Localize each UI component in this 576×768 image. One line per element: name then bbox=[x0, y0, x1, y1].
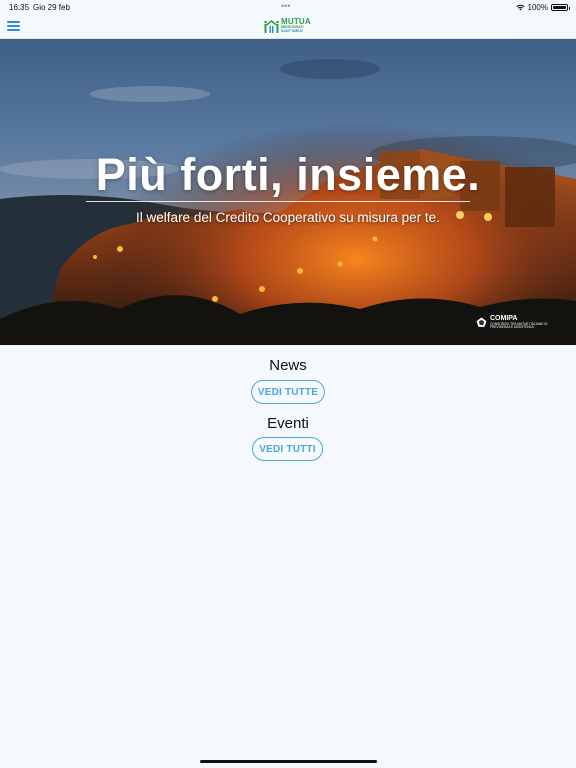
hero-title: Più forti, insieme. bbox=[95, 149, 481, 200]
events-view-all-button[interactable]: VEDI TUTTI bbox=[252, 437, 323, 461]
hamburger-menu-icon[interactable] bbox=[7, 21, 20, 32]
home-indicator[interactable] bbox=[200, 760, 377, 763]
hero-divider bbox=[86, 201, 470, 202]
multitasking-dots-icon[interactable]: ••• bbox=[281, 1, 290, 11]
comipa-logo: COMIPA CONSORZIO TRA MUTUE ITALIANE DI P… bbox=[476, 311, 556, 333]
comipa-text: COMIPA CONSORZIO TRA MUTUE ITALIANE DI P… bbox=[490, 315, 556, 329]
logo-line2: SANT'UMILE bbox=[281, 29, 303, 33]
comipa-name: COMIPA bbox=[490, 314, 518, 322]
events-heading: Eventi bbox=[267, 415, 309, 432]
comipa-tagline: CONSORZIO TRA MUTUE ITALIANE DI PREVIDEN… bbox=[490, 321, 548, 329]
status-bar: 16:35 Gio 29 feb ••• 100% bbox=[0, 0, 576, 14]
hero-banner: Più forti, insieme. Il welfare del Credi… bbox=[0, 39, 576, 345]
mutua-logo[interactable]: MUTUA MEDIOCRATI SANT'UMILE bbox=[264, 16, 314, 36]
battery-icon bbox=[551, 4, 570, 11]
app-screen: 16:35 Gio 29 feb ••• 100% MUTUA MEDIOCRA… bbox=[0, 0, 576, 768]
news-heading: News bbox=[269, 357, 307, 374]
logo-mark-icon bbox=[264, 20, 279, 33]
hero-subtitle: Il welfare del Credito Cooperativo su mi… bbox=[136, 210, 440, 225]
comipa-icon bbox=[476, 317, 487, 327]
status-indicators: 100% bbox=[516, 3, 570, 12]
status-date: Gio 29 feb bbox=[33, 3, 70, 12]
news-view-all-button[interactable]: VEDI TUTTE bbox=[251, 380, 325, 404]
wifi-icon bbox=[516, 4, 525, 11]
logo-text: MUTUA MEDIOCRATI SANT'UMILE bbox=[281, 18, 311, 33]
battery-percentage: 100% bbox=[527, 3, 548, 12]
app-header: MUTUA MEDIOCRATI SANT'UMILE bbox=[0, 14, 576, 39]
status-time: 16:35 bbox=[9, 3, 30, 12]
